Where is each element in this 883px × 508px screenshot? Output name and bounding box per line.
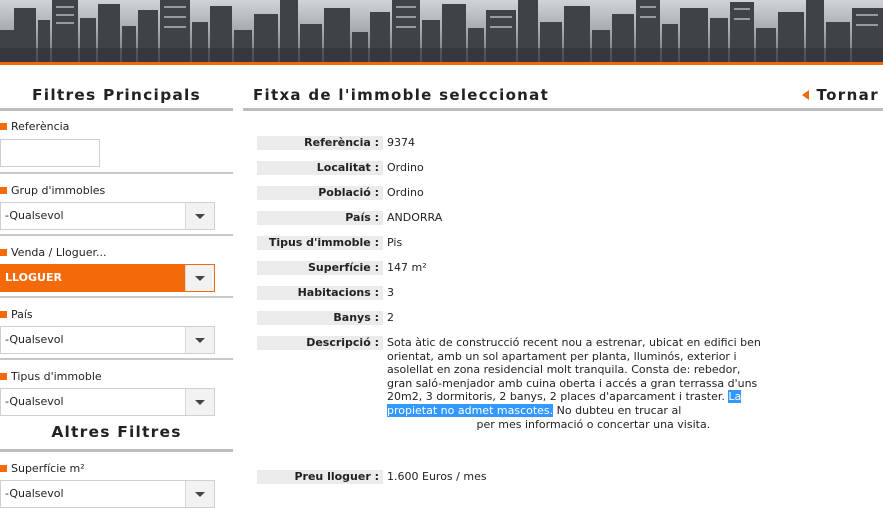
filter-label-grup: Grup d'immobles: [0, 182, 233, 198]
chevron-down-icon[interactable]: [185, 265, 214, 291]
referencia-input[interactable]: [0, 139, 100, 167]
back-link[interactable]: Tornar: [802, 82, 879, 108]
bullet-square-icon: [0, 372, 7, 380]
bullet-square-icon: [0, 464, 7, 472]
pais-select[interactable]: -Qualsevol: [0, 326, 215, 354]
back-arrow-icon: [802, 90, 810, 100]
header-accent-stripe: [0, 62, 883, 65]
filter-label-referencia: Referència: [0, 118, 233, 134]
description-text: Sota àtic de construcció recent nou a es…: [387, 336, 761, 431]
sidebar-title: Filtres Principals: [32, 86, 201, 104]
superficie-select[interactable]: -Qualsevol: [0, 480, 215, 508]
filter-label-pais: País: [0, 306, 233, 322]
filters-sidebar: Filtres Principals Referència Grup d'imm…: [0, 82, 233, 508]
venda-lloguer-select[interactable]: LLOGUER: [0, 264, 215, 292]
city-skyline-image: [0, 0, 883, 62]
chevron-down-icon[interactable]: [185, 389, 214, 415]
filter-label-venda: Venda / Lloguer...: [0, 244, 233, 260]
chevron-down-icon[interactable]: [185, 327, 214, 353]
chevron-down-icon[interactable]: [185, 203, 214, 229]
bullet-square-icon: [0, 248, 7, 256]
other-filters-title: Altres Filtres: [51, 423, 182, 441]
bullet-square-icon: [0, 122, 7, 130]
property-detail-panel: Fitxa de l'immoble seleccionat Tornar Re…: [243, 82, 883, 484]
bullet-square-icon: [0, 186, 7, 194]
bullet-square-icon: [0, 310, 7, 318]
tipus-select[interactable]: -Qualsevol: [0, 388, 215, 416]
back-link-label[interactable]: Tornar: [816, 82, 879, 108]
grup-select[interactable]: -Qualsevol: [0, 202, 215, 230]
chevron-down-icon[interactable]: [185, 481, 214, 507]
filter-label-tipus: Tipus d'immoble: [0, 368, 233, 384]
header-banner: [0, 0, 883, 62]
page-title: Fitxa de l'immoble seleccionat: [253, 86, 550, 104]
title-rule: [243, 108, 883, 111]
filter-label-superficie: Superfície m²: [0, 460, 233, 476]
